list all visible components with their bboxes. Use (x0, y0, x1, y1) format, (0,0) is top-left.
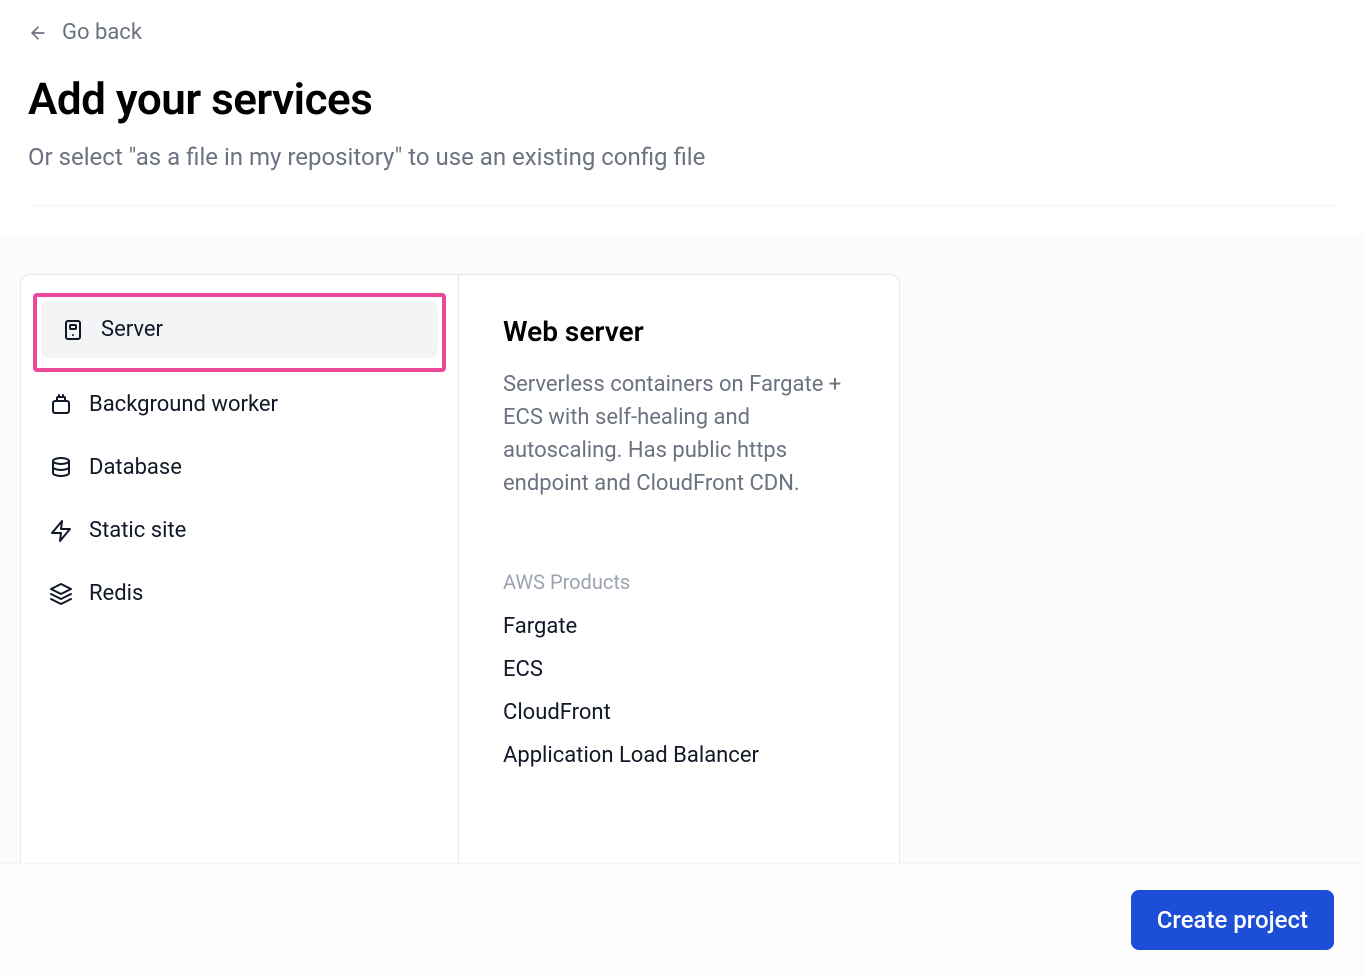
footer: Create project (0, 863, 1364, 976)
aws-product: Application Load Balancer (503, 743, 859, 768)
sidebar-item-label: Database (89, 455, 182, 480)
server-icon (61, 318, 85, 342)
database-icon (49, 456, 73, 480)
sidebar-item-label: Background worker (89, 392, 278, 417)
aws-product: ECS (503, 657, 859, 682)
highlight-box: Server (33, 293, 446, 372)
sidebar-item-static-site[interactable]: Static site (29, 502, 450, 559)
aws-product: CloudFront (503, 700, 859, 725)
sidebar-item-background-worker[interactable]: Background worker (29, 376, 450, 433)
sidebar-item-label: Server (101, 317, 163, 342)
sidebar-item-database[interactable]: Database (29, 439, 450, 496)
layers-icon (49, 582, 73, 606)
divider (28, 205, 1336, 206)
services-sidebar: Server Background worker (21, 275, 459, 903)
go-back-button[interactable]: Go back (28, 20, 142, 45)
lightning-icon (49, 519, 73, 543)
background-worker-icon (49, 393, 73, 417)
page-header: Go back Add your services Or select "as … (0, 0, 1364, 236)
page-subtitle: Or select "as a file in my repository" t… (28, 143, 1336, 171)
arrow-left-icon (28, 23, 48, 43)
services-card: Server Background worker (20, 274, 900, 904)
sidebar-item-server[interactable]: Server (41, 301, 438, 358)
page-title: Add your services (28, 73, 1336, 125)
sidebar-item-label: Redis (89, 581, 143, 606)
sidebar-item-label: Static site (89, 518, 186, 543)
detail-title: Web server (503, 315, 859, 348)
detail-description: Serverless containers on Fargate + ECS w… (503, 368, 859, 500)
aws-product: Fargate (503, 614, 859, 639)
content-area: Server Background worker (0, 236, 1364, 936)
go-back-label: Go back (62, 20, 142, 45)
sidebar-item-redis[interactable]: Redis (29, 565, 450, 622)
create-project-button[interactable]: Create project (1131, 890, 1334, 950)
aws-products-label: AWS Products (503, 570, 859, 594)
service-detail: Web server Serverless containers on Farg… (459, 275, 899, 903)
